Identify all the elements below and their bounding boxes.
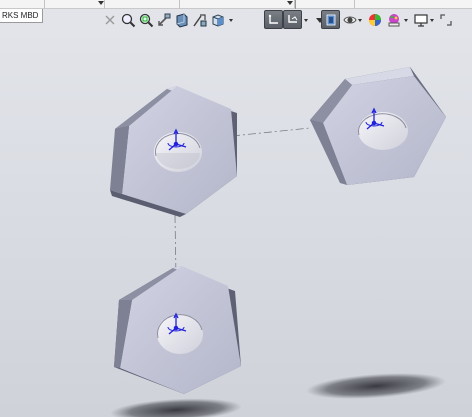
strip-cell: [45, 0, 105, 9]
strip-cell: [180, 0, 295, 9]
graphics-area[interactable]: [0, 22, 472, 417]
strip-cell: [105, 0, 180, 9]
strip-cell: [295, 0, 355, 9]
strip-cell: [0, 0, 45, 9]
title-strip: [0, 0, 472, 9]
document-tab[interactable]: RKS MBD: [0, 9, 44, 23]
hex-nut-3[interactable]: [114, 266, 241, 394]
hex-nut-1[interactable]: [110, 86, 237, 217]
hex-nut-2[interactable]: [310, 67, 446, 185]
